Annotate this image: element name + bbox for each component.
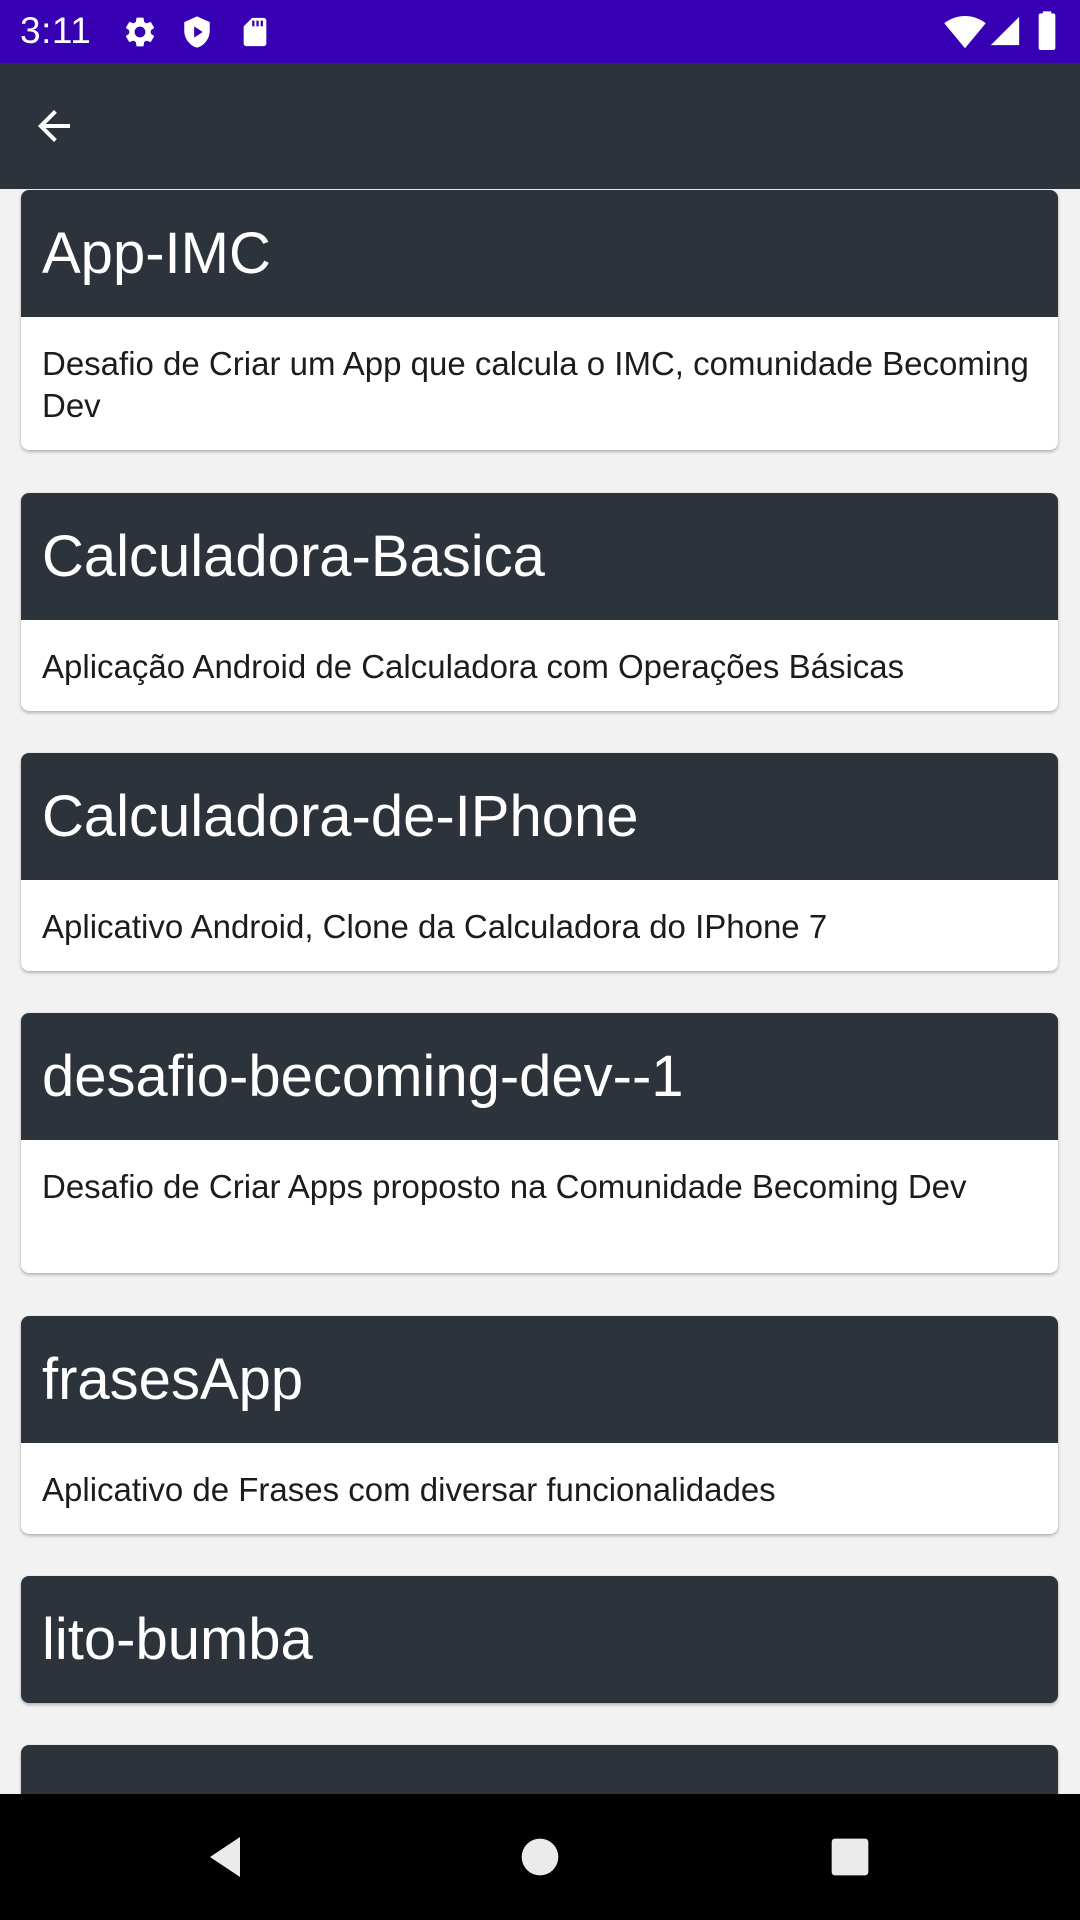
repo-description: Desafio de Criar um App que calcula o IM… [42,345,1029,424]
nav-back-icon [210,1837,240,1877]
repo-description: Aplicativo de Frases com diversar funcio… [42,1471,776,1508]
arrow-back-icon [38,110,70,142]
repo-card-header: desafio-becoming-dev--1 [21,1013,1058,1140]
repo-name: lito-bumba [42,1606,313,1672]
status-bar: 3:11 [0,0,1080,63]
repo-name: Calculadora-de-IPhone [42,783,639,849]
navigation-bar [0,1794,1080,1920]
nav-home-icon [521,1838,559,1876]
repo-card[interactable] [21,1745,1058,1794]
repo-list-container[interactable]: App-IMC Desafio de Criar um App que calc… [0,189,1080,1794]
cell-signal-icon [990,16,1020,46]
wifi-icon [944,15,986,49]
battery-icon [1038,11,1056,50]
nav-home-button[interactable] [500,1817,580,1897]
sd-card-icon [243,17,267,47]
repo-description: Desafio de Criar Apps proposto na Comuni… [42,1168,967,1205]
gear-icon [125,17,155,47]
repo-card[interactable]: Calculadora-Basica Aplicação Android de … [21,493,1058,711]
repo-name: desafio-becoming-dev--1 [42,1043,684,1109]
repo-card-header: Calculadora-Basica [21,493,1058,620]
back-button[interactable] [22,94,86,158]
status-time: 3:11 [20,10,92,51]
repo-name: App-IMC [42,220,271,286]
repo-card[interactable]: lito-bumba [21,1576,1058,1703]
app-bar [0,63,1080,189]
repo-name: frasesApp [42,1346,304,1412]
repo-card-header: App-IMC [21,190,1058,317]
nav-recents-icon [831,1838,869,1876]
repo-card-header: lito-bumba [21,1576,1058,1703]
repo-description: Aplicativo Android, Clone da Calculadora… [42,908,828,945]
shield-icon [184,16,210,48]
repo-name: Calculadora-Basica [42,523,545,589]
repo-card-header [21,1745,1058,1794]
repo-card[interactable]: Calculadora-de-IPhone Aplicativo Android… [21,753,1058,971]
repo-card[interactable]: App-IMC Desafio de Criar um App que calc… [21,190,1058,450]
nav-recents-button[interactable] [810,1817,890,1897]
nav-back-button[interactable] [186,1817,266,1897]
repo-card[interactable]: frasesApp Aplicativo de Frases com diver… [21,1316,1058,1534]
repo-card-header: Calculadora-de-IPhone [21,753,1058,880]
repo-card[interactable]: desafio-becoming-dev--1 Desafio de Criar… [21,1013,1058,1273]
repo-card-header: frasesApp [21,1316,1058,1443]
repo-description: Aplicação Android de Calculadora com Ope… [42,648,905,685]
